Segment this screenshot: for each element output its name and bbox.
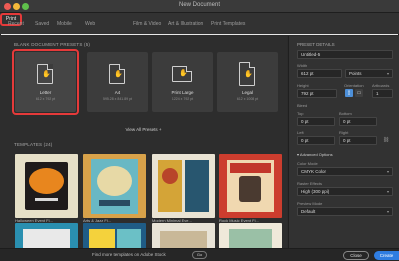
units-select[interactable]: Points ▾: [345, 69, 393, 78]
preset-details-panel: PRESET DETAILS Untitled-5 Width 612 pt P…: [288, 36, 399, 248]
preset-name: A4: [114, 90, 121, 95]
dialog-footer: Find more templates on Adobe Stock Go Cl…: [0, 248, 399, 261]
category-tabs: Recent Saved Mobile Web Print Film & Vid…: [0, 13, 399, 35]
hand-icon: ✋: [179, 70, 188, 77]
color-mode-select[interactable]: CMYK Color ▾: [297, 167, 393, 176]
presets-header: BLANK DOCUMENT PRESETS (5): [14, 42, 91, 47]
width-label: Width: [297, 63, 308, 68]
chevron-down-icon: ▾: [386, 209, 389, 214]
preset-card-print-large[interactable]: ✋ Print Large 1224 x 792 pt: [152, 52, 213, 112]
color-mode-label: Color Mode: [297, 161, 318, 166]
bleed-right-input[interactable]: 0 pt: [339, 136, 377, 145]
template-thumbnail-rock[interactable]: [219, 154, 282, 218]
preset-name: Print Large: [171, 90, 194, 95]
chevron-down-icon: ▾: [386, 71, 389, 76]
view-all-presets-link[interactable]: View All Presets +: [0, 127, 287, 132]
title-bar: New Document: [0, 0, 399, 13]
chevron-down-icon: ▾: [386, 169, 389, 174]
advanced-options-label: Advanced Options: [299, 152, 333, 157]
bleed-right-label: Right: [339, 130, 349, 135]
raster-effects-value: High (300 ppi): [301, 189, 330, 194]
tab-web[interactable]: Web: [85, 21, 95, 27]
preset-card-a4[interactable]: ✋ A4 595.28 x 841.89 pt: [87, 52, 148, 112]
tab-recent[interactable]: Recent: [8, 21, 24, 27]
preset-name: Letter: [39, 90, 52, 95]
bleed-top-input[interactable]: 0 pt: [297, 117, 335, 126]
presets-area: BLANK DOCUMENT PRESETS (5) ✋ Letter 612 …: [0, 36, 287, 261]
new-document-dialog: New Document Recent Saved Mobile Web Pri…: [0, 0, 399, 261]
landscape-orientation-icon[interactable]: ▭: [355, 89, 363, 97]
hand-icon: ✋: [42, 71, 51, 78]
link-bleed-icon[interactable]: ⛓: [382, 136, 390, 144]
artboards-input[interactable]: 1: [372, 89, 393, 98]
window-title: New Document: [178, 2, 220, 8]
find-more-templates-input[interactable]: Find more templates on Adobe Stock: [92, 252, 166, 257]
preset-size: 1224 x 792 pt: [171, 97, 194, 101]
preset-card-legal[interactable]: ✋ Legal 612 x 1008 pt: [217, 52, 278, 112]
template-thumbnail-modern-minimal[interactable]: [152, 154, 215, 218]
preview-mode-label: Preview Mode: [297, 201, 323, 206]
preset-size: 612 x 1008 pt: [236, 97, 259, 101]
preview-mode-select[interactable]: Default ▾: [297, 207, 393, 216]
advanced-options-toggle[interactable]: ▾ Advanced Options: [297, 152, 333, 157]
templates-header: TEMPLATES (24): [14, 142, 53, 147]
raster-effects-select[interactable]: High (300 ppi) ▾: [297, 187, 393, 196]
artboards-label: Artboards: [372, 83, 390, 88]
preset-size: 595.28 x 841.89 pt: [103, 97, 132, 101]
template-thumbnail-halloween[interactable]: [15, 154, 78, 218]
width-input[interactable]: 612 pt: [297, 69, 342, 78]
height-input[interactable]: 792 pt: [297, 89, 337, 98]
color-mode-value: CMYK Color: [301, 169, 327, 174]
tab-art-illustration[interactable]: Art & Illustration: [168, 21, 203, 27]
preset-size: 612 x 792 pt: [35, 97, 56, 101]
document-name-input[interactable]: Untitled-5: [297, 50, 393, 59]
close-button[interactable]: Close: [343, 251, 369, 260]
bleed-label: Bleed: [297, 103, 308, 108]
units-value: Points: [349, 71, 362, 76]
details-header: PRESET DETAILS: [297, 42, 335, 47]
chevron-down-icon: ▾: [386, 189, 389, 194]
preview-mode-value: Default: [301, 209, 316, 214]
preset-name: Legal: [241, 90, 253, 95]
tab-mobile[interactable]: Mobile: [57, 21, 72, 27]
portrait-orientation-icon[interactable]: ▯: [345, 89, 353, 97]
create-button[interactable]: Create: [374, 251, 399, 260]
height-label: Height: [297, 83, 309, 88]
go-button[interactable]: Go: [192, 251, 207, 259]
orientation-label: Orientation: [344, 83, 364, 88]
template-thumbnail-jazz[interactable]: [83, 154, 146, 218]
bleed-left-label: Left: [297, 130, 304, 135]
hand-icon: ✋: [244, 71, 253, 78]
bleed-bottom-input[interactable]: 0 pt: [339, 117, 377, 126]
tab-print-templates[interactable]: Print Templates: [211, 21, 245, 27]
raster-effects-label: Raster Effects: [297, 181, 323, 186]
hand-icon: ✋: [114, 71, 123, 78]
bleed-left-input[interactable]: 0 pt: [297, 136, 335, 145]
tab-film-video[interactable]: Film & Video: [133, 21, 161, 27]
tab-saved[interactable]: Saved: [35, 21, 49, 27]
bleed-bottom-label: Bottom: [339, 111, 352, 116]
preset-card-letter[interactable]: ✋ Letter 612 x 792 pt: [15, 52, 76, 112]
bleed-top-label: Top: [297, 111, 304, 116]
